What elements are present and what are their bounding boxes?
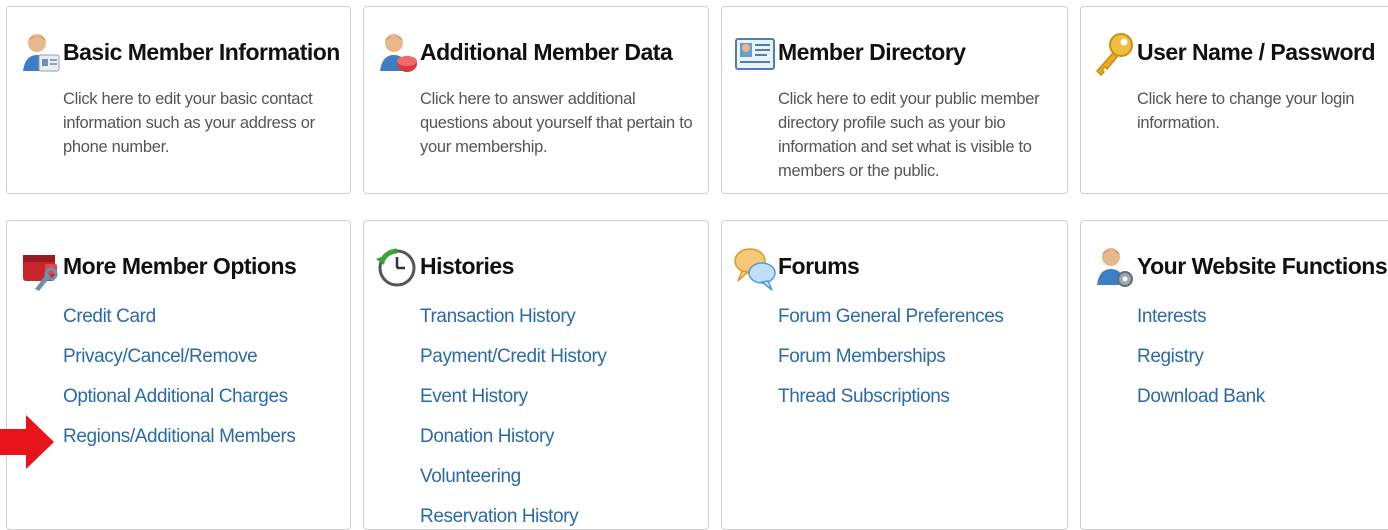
member-card-icon — [17, 31, 63, 77]
key-icon — [1091, 31, 1137, 77]
directory-card-icon — [732, 31, 778, 77]
card-title: Basic Member Information — [63, 39, 340, 65]
link-interests[interactable]: Interests — [1137, 306, 1207, 327]
card-title: Histories — [420, 253, 514, 279]
card-forums: Forums Forum General Preferences Forum M… — [721, 220, 1068, 530]
card-title: More Member Options — [63, 253, 297, 279]
card-link-list: Forum General Preferences Forum Membersh… — [778, 303, 1004, 423]
link-event-history[interactable]: Event History — [420, 386, 528, 407]
link-transaction-history[interactable]: Transaction History — [420, 306, 576, 327]
card-link-list: Interests Registry Download Bank — [1137, 303, 1265, 423]
history-clock-icon — [374, 245, 420, 291]
link-reservation-history[interactable]: Reservation History — [420, 506, 579, 527]
link-registry[interactable]: Registry — [1137, 346, 1204, 367]
link-payment-credit-history[interactable]: Payment/Credit History — [420, 346, 607, 367]
card-basic-member-information[interactable]: Basic Member Information Click here to e… — [6, 6, 351, 194]
card-your-website-functions: Your Website Functions Interests Registr… — [1080, 220, 1388, 530]
card-link-list: Transaction History Payment/Credit Histo… — [420, 303, 607, 529]
card-member-directory[interactable]: Member Directory Click here to edit your… — [721, 6, 1068, 194]
card-histories: Histories Transaction History Payment/Cr… — [363, 220, 709, 530]
card-description: Click here to change your login informat… — [1137, 90, 1355, 132]
card-link-list: Credit Card Privacy/Cancel/Remove Option… — [63, 303, 296, 463]
card-additional-member-data[interactable]: Additional Member Data Click here to ans… — [363, 6, 709, 194]
wallet-icon — [17, 245, 63, 291]
card-title: User Name / Password — [1137, 39, 1376, 65]
card-title: Additional Member Data — [420, 39, 673, 65]
link-download-bank[interactable]: Download Bank — [1137, 386, 1265, 407]
member-data-icon — [374, 31, 420, 77]
red-arrow-icon — [0, 415, 54, 469]
card-description: Click here to answer additional question… — [420, 90, 693, 156]
card-user-name-password[interactable]: User Name / Password Click here to chang… — [1080, 6, 1388, 194]
card-description: Click here to edit your basic contact in… — [63, 90, 315, 156]
link-credit-card[interactable]: Credit Card — [63, 306, 156, 327]
link-privacy-cancel-remove[interactable]: Privacy/Cancel/Remove — [63, 346, 258, 367]
link-forum-memberships[interactable]: Forum Memberships — [778, 346, 946, 367]
link-volunteering[interactable]: Volunteering — [420, 466, 521, 487]
link-thread-subscriptions[interactable]: Thread Subscriptions — [778, 386, 950, 407]
speech-bubbles-icon — [732, 245, 778, 291]
user-gear-icon — [1091, 245, 1137, 291]
card-title: Member Directory — [778, 39, 966, 65]
link-donation-history[interactable]: Donation History — [420, 426, 554, 447]
card-title: Your Website Functions — [1137, 253, 1388, 279]
card-title: Forums — [778, 253, 860, 279]
card-more-member-options: More Member Options Credit Card Privacy/… — [6, 220, 351, 530]
link-forum-general-preferences[interactable]: Forum General Preferences — [778, 306, 1004, 327]
link-regions-additional-members[interactable]: Regions/Additional Members — [63, 426, 296, 447]
link-optional-additional-charges[interactable]: Optional Additional Charges — [63, 386, 288, 407]
card-description: Click here to edit your public member di… — [778, 90, 1040, 180]
